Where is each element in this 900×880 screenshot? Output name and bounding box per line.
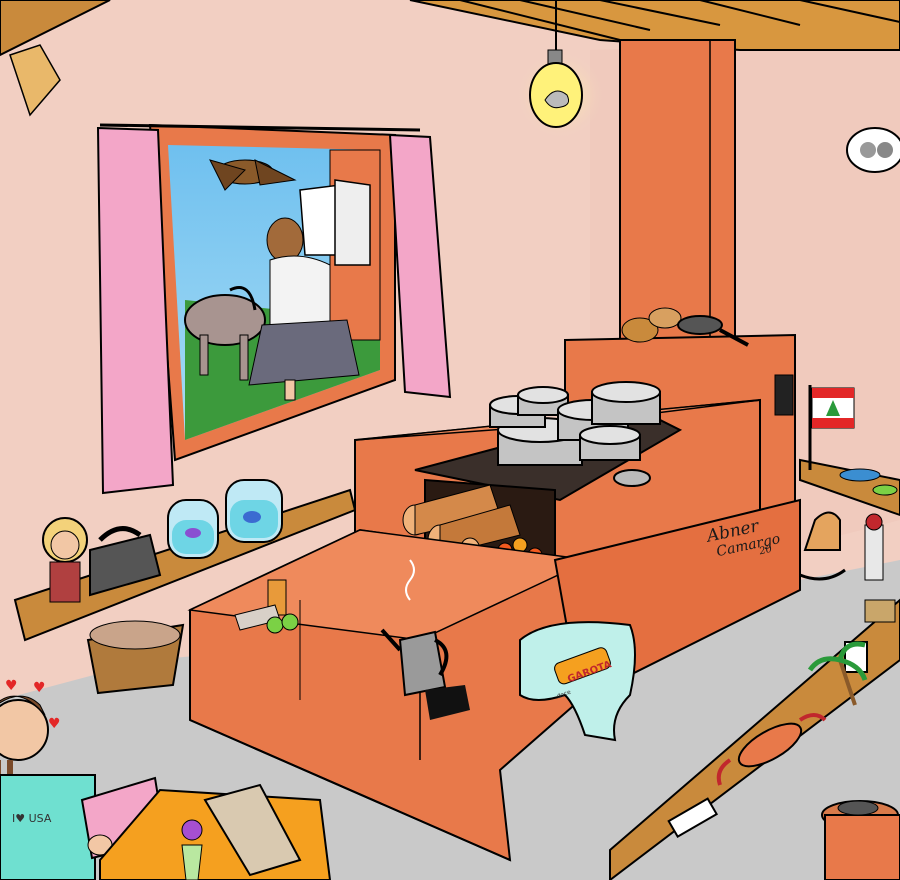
fish-bowl-1	[167, 499, 219, 559]
kitchen-scene: GAROTA doce ♥ ♥ ♥ I♥ USA	[0, 0, 900, 880]
flower-vase	[181, 819, 203, 880]
svg-text:♥: ♥	[48, 716, 61, 732]
basket-with-cat	[86, 620, 185, 695]
fish-bowl-2	[225, 479, 283, 543]
chimney	[619, 39, 736, 341]
clay-pot	[821, 800, 900, 880]
svg-text:♥: ♥	[5, 678, 18, 694]
action-figure	[864, 513, 884, 581]
girl-shirt-text: I♥ USA	[12, 812, 52, 825]
svg-text:♥: ♥	[33, 680, 46, 696]
small-box	[864, 599, 896, 623]
family-photo	[846, 127, 900, 173]
